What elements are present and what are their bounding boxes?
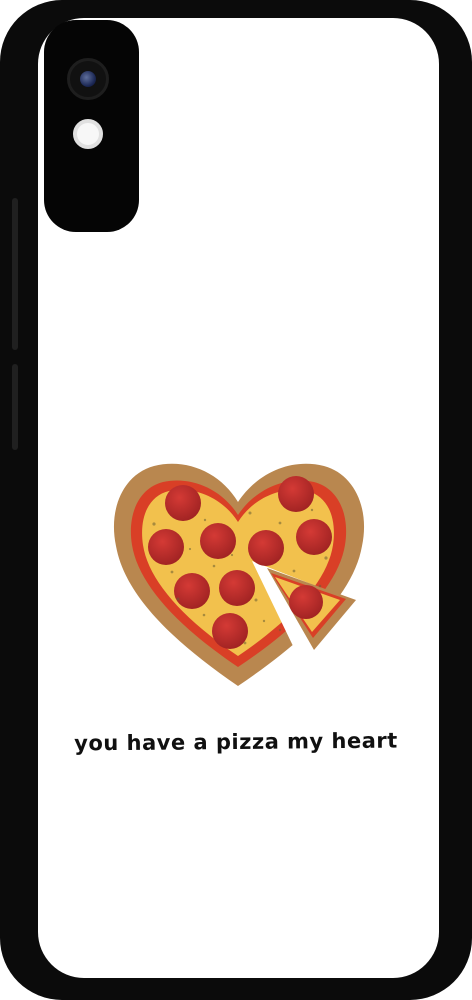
volume-button-bottom xyxy=(12,364,18,450)
pizza-heart-icon xyxy=(113,463,365,686)
caption-text: you have a pizza my heart xyxy=(74,728,398,756)
camera-icon xyxy=(67,58,109,100)
phone-mockup: you have a pizza my heart xyxy=(0,0,472,1000)
volume-button-top xyxy=(12,198,18,350)
flash-icon xyxy=(73,119,103,149)
camera-module xyxy=(44,20,139,232)
